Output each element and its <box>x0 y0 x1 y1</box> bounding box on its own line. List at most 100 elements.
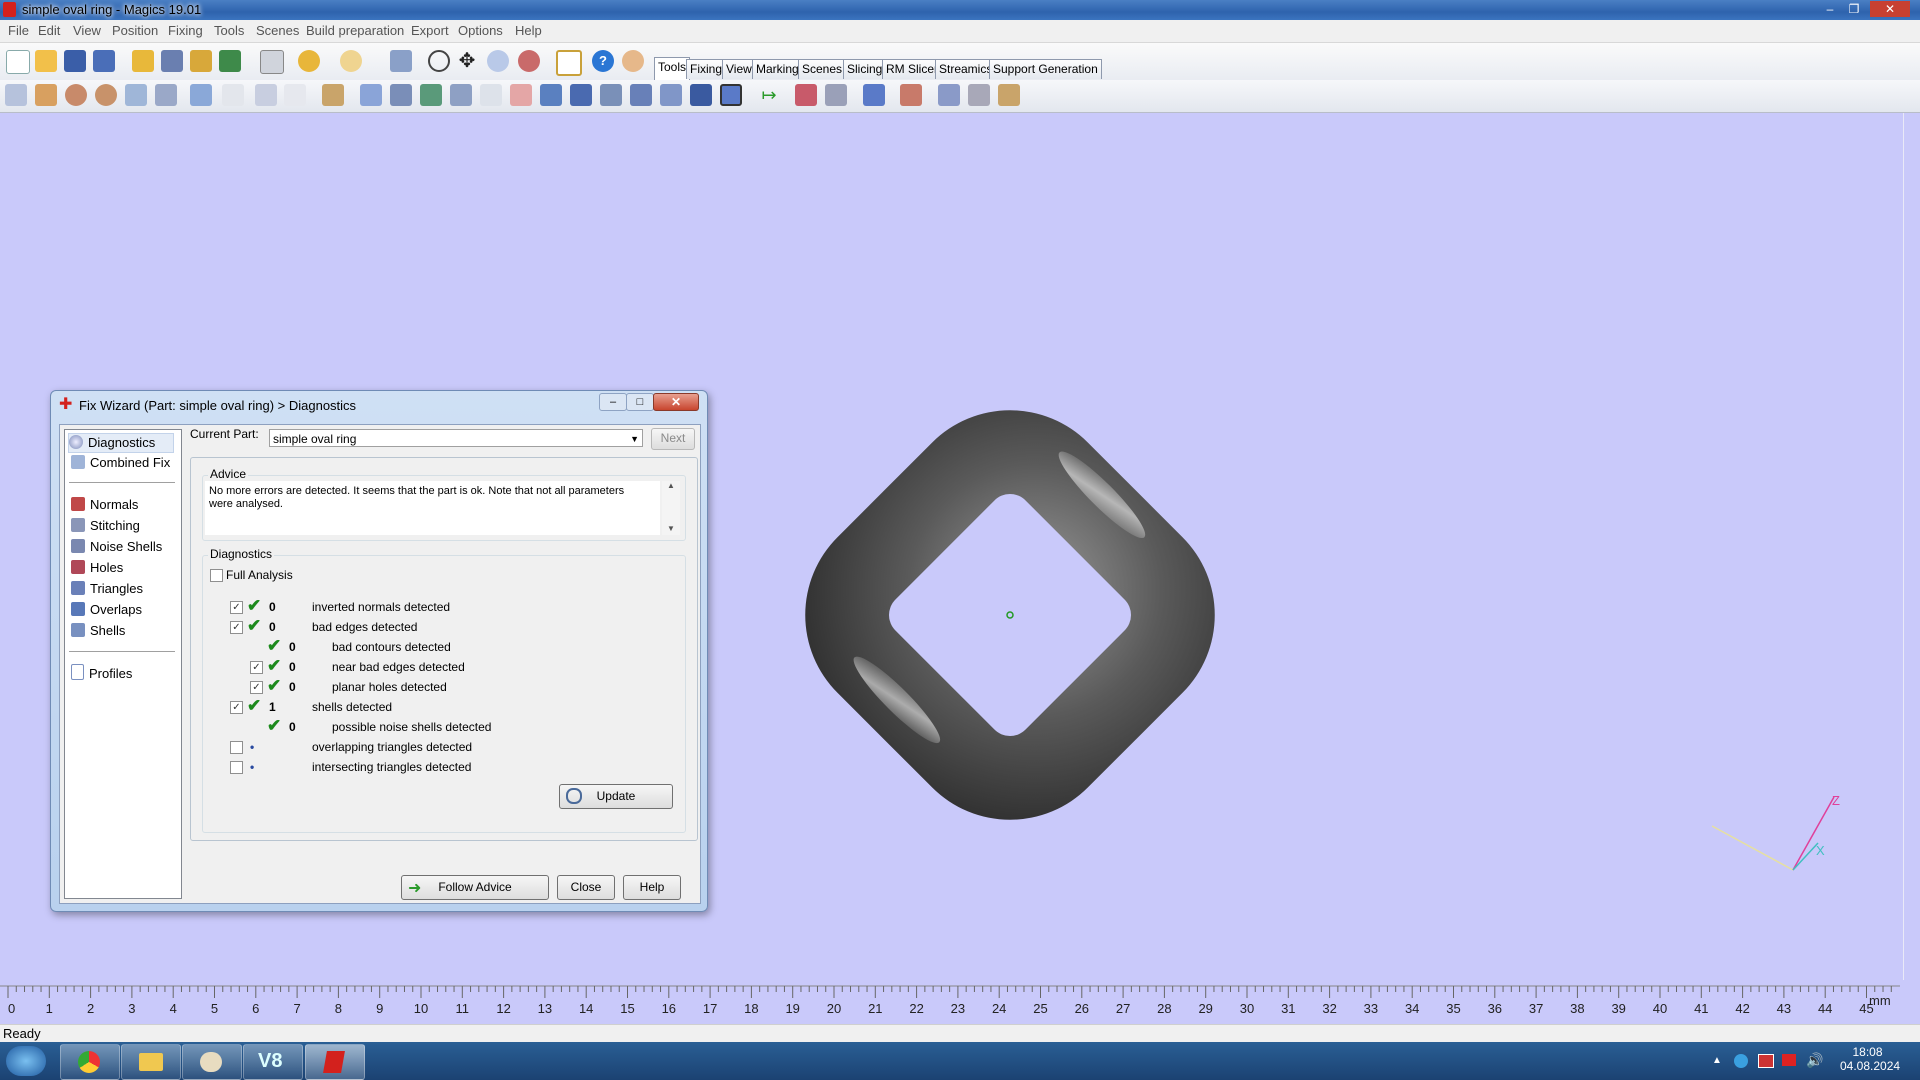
build-time-icon[interactable] <box>900 84 922 106</box>
tab-scenes[interactable]: Scenes <box>798 59 847 79</box>
export-icon[interactable] <box>161 50 183 72</box>
label-icon[interactable] <box>322 84 344 106</box>
v8-task[interactable]: V8 <box>243 1044 303 1080</box>
wrap-icon[interactable] <box>660 84 682 106</box>
save-as-icon[interactable] <box>93 50 115 72</box>
help-icon[interactable]: ? <box>592 50 614 72</box>
color-icon[interactable] <box>510 84 532 106</box>
current-part-select[interactable]: simple oval ring ▼ <box>269 429 643 447</box>
tab-slicing[interactable]: Slicing <box>843 59 887 79</box>
menu-view[interactable]: View <box>73 23 101 38</box>
translate-icon[interactable] <box>5 84 27 106</box>
rotate-part-icon[interactable] <box>65 84 87 106</box>
duplicate-icon[interactable] <box>155 84 177 106</box>
tray-arrow-icon[interactable]: ▲ <box>1712 1055 1722 1066</box>
open-icon[interactable] <box>35 50 57 72</box>
nav-holes[interactable]: Holes <box>71 559 123 577</box>
diagnostic-checkbox[interactable]: ✓ <box>250 681 263 694</box>
section-icon[interactable] <box>480 84 502 106</box>
save-icon[interactable] <box>64 50 86 72</box>
print-icon[interactable] <box>260 50 284 74</box>
network-icon[interactable] <box>1734 1054 1748 1068</box>
measure-icon[interactable] <box>450 84 472 106</box>
slice-icon[interactable] <box>863 84 885 106</box>
nav-profiles[interactable]: Profiles <box>71 664 132 682</box>
advice-scrollbar[interactable]: ▲ ▼ <box>662 481 680 535</box>
tab-view[interactable]: View <box>722 59 756 79</box>
menu-export[interactable]: Export <box>411 23 449 38</box>
cylinder-icon[interactable] <box>570 84 592 106</box>
platform-icon[interactable] <box>795 84 817 106</box>
minimize-button[interactable]: – <box>1818 1 1842 17</box>
dialog-close-button[interactable]: ✕ <box>653 393 699 411</box>
settings-icon[interactable] <box>938 84 960 106</box>
tab-marking[interactable]: Marking <box>752 59 803 79</box>
dialog-minimize-button[interactable]: – <box>599 393 627 411</box>
nav-triangles[interactable]: Triangles <box>71 580 143 598</box>
nav-shells[interactable]: Shells <box>71 622 125 640</box>
explorer-task[interactable] <box>121 1044 181 1080</box>
wireframe-icon[interactable] <box>720 84 742 106</box>
diagnostic-checkbox[interactable] <box>230 741 243 754</box>
nav-noise-shells[interactable]: Noise Shells <box>71 538 162 556</box>
tab-fixing[interactable]: Fixing <box>686 59 727 79</box>
follow-advice-button[interactable]: ➜ Follow Advice <box>401 875 549 900</box>
menu-help[interactable]: Help <box>515 23 542 38</box>
import-icon[interactable] <box>132 50 154 72</box>
magics-task[interactable] <box>305 1044 365 1080</box>
surface-icon[interactable] <box>630 84 652 106</box>
menu-file[interactable]: File <box>8 23 29 38</box>
extrude-icon[interactable] <box>390 84 412 106</box>
close-dialog-button[interactable]: Close <box>557 875 615 900</box>
menu-fixing[interactable]: Fixing <box>168 23 203 38</box>
tab-rm-slicer[interactable]: RM Slicer <box>882 59 943 79</box>
fix-wizard-icon[interactable] <box>556 50 582 76</box>
new-icon[interactable] <box>6 50 30 74</box>
clock[interactable]: 18:08 04.08.2024 <box>1840 1045 1900 1073</box>
dialog-maximize-button[interactable]: □ <box>626 393 654 411</box>
zoom-fit-icon[interactable] <box>518 50 540 72</box>
redo-icon[interactable] <box>340 50 362 72</box>
box-icon[interactable] <box>540 84 562 106</box>
scroll-down-icon[interactable]: ▼ <box>662 524 680 533</box>
rescale-icon[interactable] <box>95 84 117 106</box>
chrome-task[interactable] <box>60 1044 120 1080</box>
nav-combined-fix[interactable]: Combined Fix <box>71 454 170 472</box>
undo-icon[interactable] <box>298 50 320 72</box>
lattice-icon[interactable] <box>600 84 622 106</box>
flag-icon[interactable] <box>1782 1054 1796 1066</box>
volume-icon[interactable]: 🔊 <box>1806 1052 1823 1069</box>
boolean-icon[interactable] <box>190 84 212 106</box>
menu-options[interactable]: Options <box>458 23 503 38</box>
paint-task[interactable] <box>182 1044 242 1080</box>
menu-build-preparation[interactable]: Build preparation <box>306 23 404 38</box>
diagnostic-checkbox[interactable]: ✓ <box>230 621 243 634</box>
next-button[interactable]: Next <box>651 428 695 450</box>
offset-icon[interactable] <box>284 84 306 106</box>
menu-edit[interactable]: Edit <box>38 23 60 38</box>
menu-tools[interactable]: Tools <box>214 23 244 38</box>
nav-stitching[interactable]: Stitching <box>71 517 140 535</box>
smooth-icon[interactable] <box>420 84 442 106</box>
full-analysis-checkbox[interactable] <box>210 569 223 582</box>
cut-icon[interactable] <box>222 84 244 106</box>
mirror-icon[interactable] <box>125 84 147 106</box>
start-button[interactable] <box>6 1046 46 1076</box>
close-button[interactable]: ✕ <box>1870 1 1910 17</box>
diagnostic-checkbox[interactable]: ✓ <box>230 601 243 614</box>
vertical-scrollbar[interactable] <box>1903 113 1920 980</box>
nav-diagnostics[interactable]: Diagnostics <box>68 433 174 453</box>
zoom-icon[interactable] <box>487 50 509 72</box>
pan-icon[interactable]: ✥ <box>456 50 478 72</box>
help-button[interactable]: Help <box>623 875 681 900</box>
maximize-button[interactable]: ❐ <box>1842 1 1866 17</box>
menu-scenes[interactable]: Scenes <box>256 23 299 38</box>
rotate-icon[interactable] <box>428 50 450 72</box>
advice-textbox[interactable]: No more errors are detected. It seems th… <box>205 481 660 535</box>
diagnostic-checkbox[interactable]: ✓ <box>230 701 243 714</box>
select-icon[interactable] <box>390 50 412 72</box>
move-icon[interactable] <box>35 84 57 106</box>
nav-overlaps[interactable]: Overlaps <box>71 601 142 619</box>
nesting-icon[interactable] <box>825 84 847 106</box>
unload-icon[interactable] <box>219 50 241 72</box>
